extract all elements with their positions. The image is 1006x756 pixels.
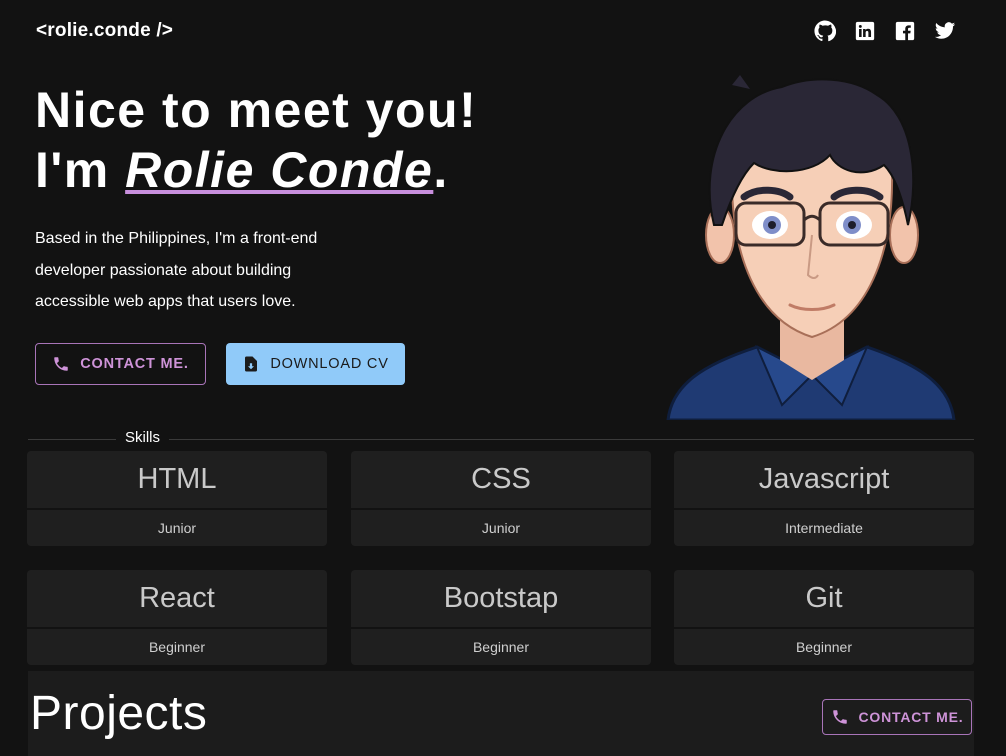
skill-name: HTML — [27, 451, 327, 508]
skill-name: CSS — [351, 451, 651, 508]
phone-icon — [832, 710, 847, 724]
skill-card: Javascript Intermediate — [674, 451, 974, 546]
github-icon[interactable] — [814, 20, 836, 42]
projects-contact-me-label: CONTACT ME. — [858, 709, 964, 725]
skill-card: CSS Junior — [351, 451, 651, 546]
skill-level: Beginner — [27, 629, 327, 665]
projects-title: Projects — [30, 687, 208, 740]
hero-heading: Nice to meet you! I'm Rolie Conde. — [35, 80, 477, 200]
hero-name: Rolie Conde — [125, 142, 434, 198]
skill-name: Bootstap — [351, 570, 651, 627]
skill-name: React — [27, 570, 327, 627]
skill-name: Javascript — [674, 451, 974, 508]
hero-intro-suffix: . — [433, 142, 449, 198]
skill-card: Git Beginner — [674, 570, 974, 665]
skill-level: Beginner — [351, 629, 651, 665]
download-file-icon — [245, 356, 258, 372]
skill-card: Bootstap Beginner — [351, 570, 651, 665]
hero-greeting: Nice to meet you! — [35, 82, 478, 138]
skills-heading: Skills — [116, 429, 170, 446]
avatar-illustration — [666, 75, 956, 420]
skill-name: Git — [674, 570, 974, 627]
skill-level: Junior — [27, 510, 327, 546]
portfolio-page: <rolie.conde /> Nice to meet you! I'm Ro… — [0, 0, 1006, 756]
skill-level: Intermediate — [674, 510, 974, 546]
skill-card: React Beginner — [27, 570, 327, 665]
skills-divider — [28, 439, 974, 440]
projects-contact-me-button[interactable]: CONTACT ME. — [822, 699, 972, 735]
download-cv-label: DOWNLOAD CV — [270, 356, 389, 372]
skill-level: Beginner — [674, 629, 974, 665]
contact-me-label: CONTACT ME. — [80, 356, 189, 372]
contact-me-button[interactable]: CONTACT ME. — [35, 343, 206, 385]
hero-intro-prefix: I'm — [35, 142, 126, 198]
hero-description: Based in the Philippines, I'm a front-en… — [35, 230, 318, 310]
social-links — [814, 20, 956, 42]
facebook-icon[interactable] — [894, 20, 916, 42]
phone-icon — [54, 357, 69, 371]
skill-level: Junior — [351, 510, 651, 546]
twitter-icon[interactable] — [934, 20, 956, 42]
linkedin-icon[interactable] — [854, 20, 876, 42]
skill-card: HTML Junior — [27, 451, 327, 546]
download-cv-button[interactable]: DOWNLOAD CV — [226, 343, 405, 385]
site-logo[interactable]: <rolie.conde /> — [36, 20, 173, 42]
